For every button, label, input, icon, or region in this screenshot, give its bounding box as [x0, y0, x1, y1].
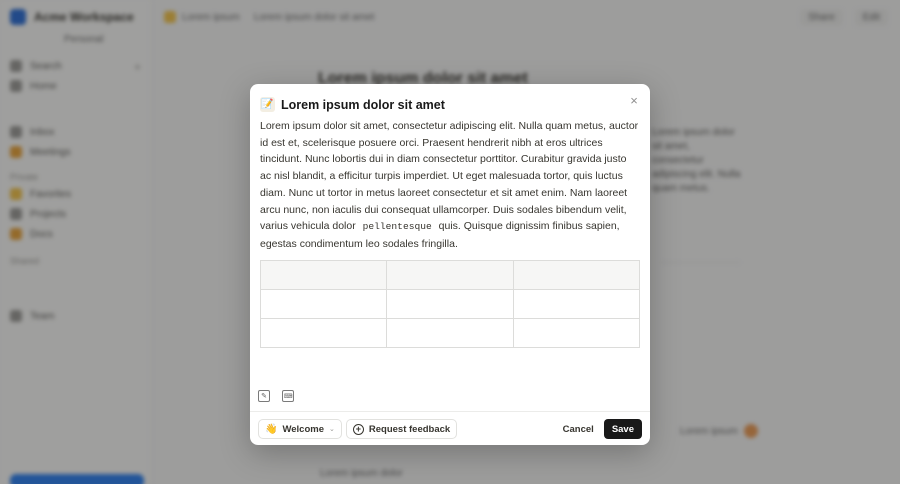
table-cell[interactable]	[386, 260, 514, 290]
modal-title: Lorem ipsum dolor sit amet	[281, 97, 445, 112]
waving-hand-icon: 👋	[265, 423, 278, 435]
table-cell[interactable]	[259, 289, 388, 319]
inline-code: pellentesque	[362, 221, 432, 233]
body-text-part-1: Lorem ipsum dolor sit amet, consectetur …	[260, 120, 639, 233]
modal-footer: 👋 Welcome ⌄ + Request feedback Cancel Sa…	[258, 419, 642, 439]
editor-toolbar: ✎ ⌨	[258, 390, 294, 402]
table-row	[259, 289, 641, 319]
memo-icon: 📝	[260, 97, 275, 112]
cancel-button[interactable]: Cancel	[553, 424, 604, 435]
edit-square-icon[interactable]: ✎	[258, 390, 270, 402]
table-cell[interactable]	[512, 289, 641, 319]
keyboard-icon[interactable]: ⌨	[282, 390, 294, 402]
table-row	[259, 318, 641, 348]
plus-circle-icon: +	[352, 423, 364, 435]
request-feedback-button[interactable]: + Request feedback	[345, 419, 458, 439]
modal-body-text: Lorem ipsum dolor sit amet, consectetur …	[260, 118, 640, 253]
chevron-down-icon: ⌄	[329, 426, 335, 433]
template-select-button[interactable]: 👋 Welcome ⌄	[258, 419, 342, 439]
content-table	[259, 260, 641, 348]
close-icon[interactable]: ×	[626, 92, 642, 108]
table-cell[interactable]	[512, 260, 641, 290]
footer-divider	[250, 411, 650, 412]
table-cell[interactable]	[259, 260, 388, 290]
save-button[interactable]: Save	[603, 419, 642, 439]
template-modal: 📝 Lorem ipsum dolor sit amet × Lorem ips…	[250, 84, 650, 445]
template-select-label: Welcome	[282, 423, 324, 435]
modal-header: 📝 Lorem ipsum dolor sit amet	[260, 97, 445, 112]
request-feedback-label: Request feedback	[368, 423, 451, 435]
table-header-row	[259, 260, 641, 290]
table-cell[interactable]	[386, 289, 514, 319]
table-cell[interactable]	[386, 318, 514, 348]
table-cell[interactable]	[259, 318, 388, 348]
table-cell[interactable]	[512, 318, 641, 348]
